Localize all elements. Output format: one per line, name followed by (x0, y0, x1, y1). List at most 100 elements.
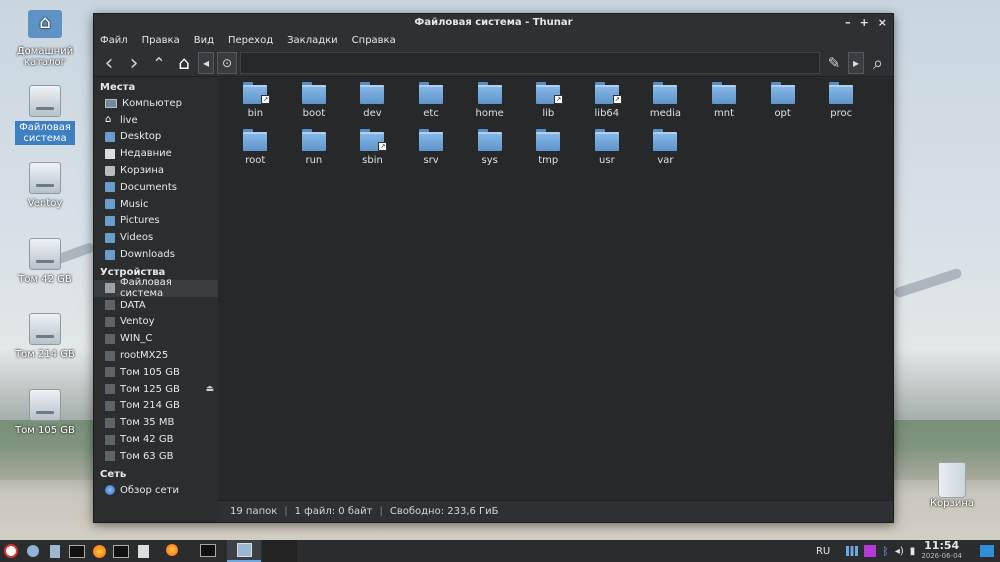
menu-file[interactable]: Файл (100, 32, 128, 50)
symlink-icon: ↗ (261, 95, 271, 104)
desktop-icon-home[interactable]: Домашний каталог (15, 10, 75, 68)
folder-item[interactable]: srv (402, 129, 461, 166)
taskbar-window-firefox[interactable] (155, 540, 189, 562)
sidebar-item-корзина[interactable]: Корзина (94, 162, 218, 179)
volume-icon[interactable]: ◂) (895, 546, 904, 557)
icon-grid: ↗ bin boot dev etc home ↗ lib ↗ lib64 media mnt opt p… (226, 82, 871, 166)
taskbar-window-terminal[interactable] (191, 540, 225, 562)
folder-name: dev (363, 108, 382, 119)
sidebar-device-10[interactable]: Том 63 GB (94, 448, 218, 465)
sidebar-device-7[interactable]: Том 214 GB (94, 398, 218, 415)
sidebar-device-0[interactable]: Файловая система (94, 277, 218, 299)
power-icon[interactable]: ▮ (910, 546, 916, 557)
sidebar-device-6[interactable]: Том 125 GB ⏏ (94, 381, 218, 398)
folder-item[interactable]: ↗ lib64 (578, 82, 637, 119)
sidebar-device-5[interactable]: Том 105 GB (94, 364, 218, 381)
home-button[interactable]: ⌂ (173, 52, 195, 74)
sidebar-item-компьютер[interactable]: Компьютер (94, 95, 218, 112)
folder-icon (105, 215, 115, 226)
folder-item[interactable]: ↗ bin (226, 82, 285, 119)
taskbar-window-thunar[interactable] (227, 540, 261, 562)
sidebar-section-places: Места (100, 82, 136, 93)
folder-item[interactable]: opt (753, 82, 812, 119)
file-view[interactable]: ↗ bin boot dev etc home ↗ lib ↗ lib64 media mnt opt p… (218, 78, 893, 500)
desktop-icon-trash[interactable]: Корзина (922, 462, 982, 509)
folder-item[interactable]: root (226, 129, 285, 166)
back-button[interactable]: ‹ (98, 51, 120, 76)
desktop-icon-label: Том 42 GB (18, 274, 72, 285)
sidebar-item-live[interactable]: ⌂ live (94, 112, 218, 129)
menu-go[interactable]: Переход (228, 32, 273, 50)
firefox-launcher[interactable] (90, 542, 108, 560)
folder-item[interactable]: ↗ sbin (343, 129, 402, 166)
sidebar-item-label: Компьютер (122, 97, 182, 109)
files-launcher[interactable] (46, 542, 64, 560)
close-button[interactable]: × (878, 14, 887, 32)
sidebar-device-3[interactable]: WIN_C (94, 330, 218, 347)
clock-time: 11:54 (924, 539, 960, 552)
forward-arrow-icon: › (129, 50, 139, 76)
desktop-icon-ventoy[interactable]: Ventoy (15, 162, 75, 209)
path-scroll-right[interactable]: ▸ (848, 52, 864, 74)
folder-item[interactable]: var (636, 129, 695, 166)
sidebar-item-downloads[interactable]: Downloads (94, 246, 218, 263)
sidebar-item-недавние[interactable]: Недавние (94, 145, 218, 162)
menu-edit[interactable]: Правка (142, 32, 180, 50)
terminal-launcher-2[interactable] (112, 542, 130, 560)
minimize-button[interactable]: – (845, 14, 851, 32)
folder-item[interactable]: tmp (519, 129, 578, 166)
network-launcher[interactable] (24, 542, 42, 560)
sidebar-item-network-browse[interactable]: Обзор сети (94, 482, 218, 499)
sidebar-item-music[interactable]: Music (94, 196, 218, 213)
taskbar-window-empty[interactable] (263, 540, 297, 562)
forward-button[interactable]: › (123, 50, 145, 76)
app-tray-icon[interactable] (864, 545, 877, 557)
desktop-icon-filesystem[interactable]: Файловая система (15, 85, 75, 145)
sidebar-device-8[interactable]: Том 35 MB (94, 414, 218, 431)
window-titlebar[interactable]: Файловая система - Thunar – + × (94, 14, 893, 32)
desktop-icon-vol42[interactable]: Том 42 GB (15, 238, 75, 285)
sidebar-device-1[interactable]: DATA (94, 297, 218, 314)
folder-item[interactable]: media (636, 82, 695, 119)
desktop-icon-vol214[interactable]: Том 214 GB (15, 313, 75, 360)
folder-item[interactable]: run (285, 129, 344, 166)
notes-launcher[interactable] (134, 542, 152, 560)
folder-item[interactable]: mnt (695, 82, 754, 119)
folder-item[interactable]: etc (402, 82, 461, 119)
path-root-button[interactable]: ⊙ (217, 52, 237, 74)
sidebar-item-videos[interactable]: Videos (94, 229, 218, 246)
folder-item[interactable]: ↗ lib (519, 82, 578, 119)
wallpaper-jet-right (893, 267, 963, 299)
keyboard-layout[interactable]: RU (816, 546, 830, 557)
sidebar-device-9[interactable]: Том 42 GB (94, 431, 218, 448)
maximize-button[interactable]: + (860, 14, 869, 32)
up-button[interactable]: ⌃ (148, 52, 170, 74)
menu-bookmarks[interactable]: Закладки (287, 32, 338, 50)
sidebar-item-documents[interactable]: Documents (94, 179, 218, 196)
eject-icon[interactable]: ⏏ (205, 384, 214, 394)
edit-location-button[interactable]: ✎ (823, 52, 845, 74)
show-desktop-icon[interactable] (980, 545, 994, 557)
terminal-launcher[interactable] (68, 542, 86, 560)
bluetooth-icon[interactable]: ᛒ (882, 545, 889, 558)
signal-icon[interactable] (846, 546, 859, 556)
sidebar-device-2[interactable]: Ventoy (94, 314, 218, 331)
app-menu-button[interactable] (2, 542, 20, 560)
search-button[interactable]: ⌕ (867, 52, 889, 74)
folder-item[interactable]: usr (578, 129, 637, 166)
path-scroll-left[interactable]: ◂ (198, 52, 214, 74)
sidebar-item-desktop[interactable]: Desktop (94, 129, 218, 146)
folder-item[interactable]: boot (285, 82, 344, 119)
folder-name: home (475, 108, 504, 119)
folder-item[interactable]: dev (343, 82, 402, 119)
folder-item[interactable]: proc (812, 82, 871, 119)
menu-help[interactable]: Справка (352, 32, 396, 50)
menu-view[interactable]: Вид (194, 32, 214, 50)
sidebar-device-4[interactable]: rootMX25 (94, 347, 218, 364)
folder-item[interactable]: home (460, 82, 519, 119)
clock[interactable]: 11:54 2026-06-04 (921, 539, 962, 561)
sidebar-item-pictures[interactable]: Pictures (94, 213, 218, 230)
folder-item[interactable]: sys (460, 129, 519, 166)
desktop-icon-vol105[interactable]: Том 105 GB (15, 389, 75, 436)
folder-icon (105, 182, 115, 193)
